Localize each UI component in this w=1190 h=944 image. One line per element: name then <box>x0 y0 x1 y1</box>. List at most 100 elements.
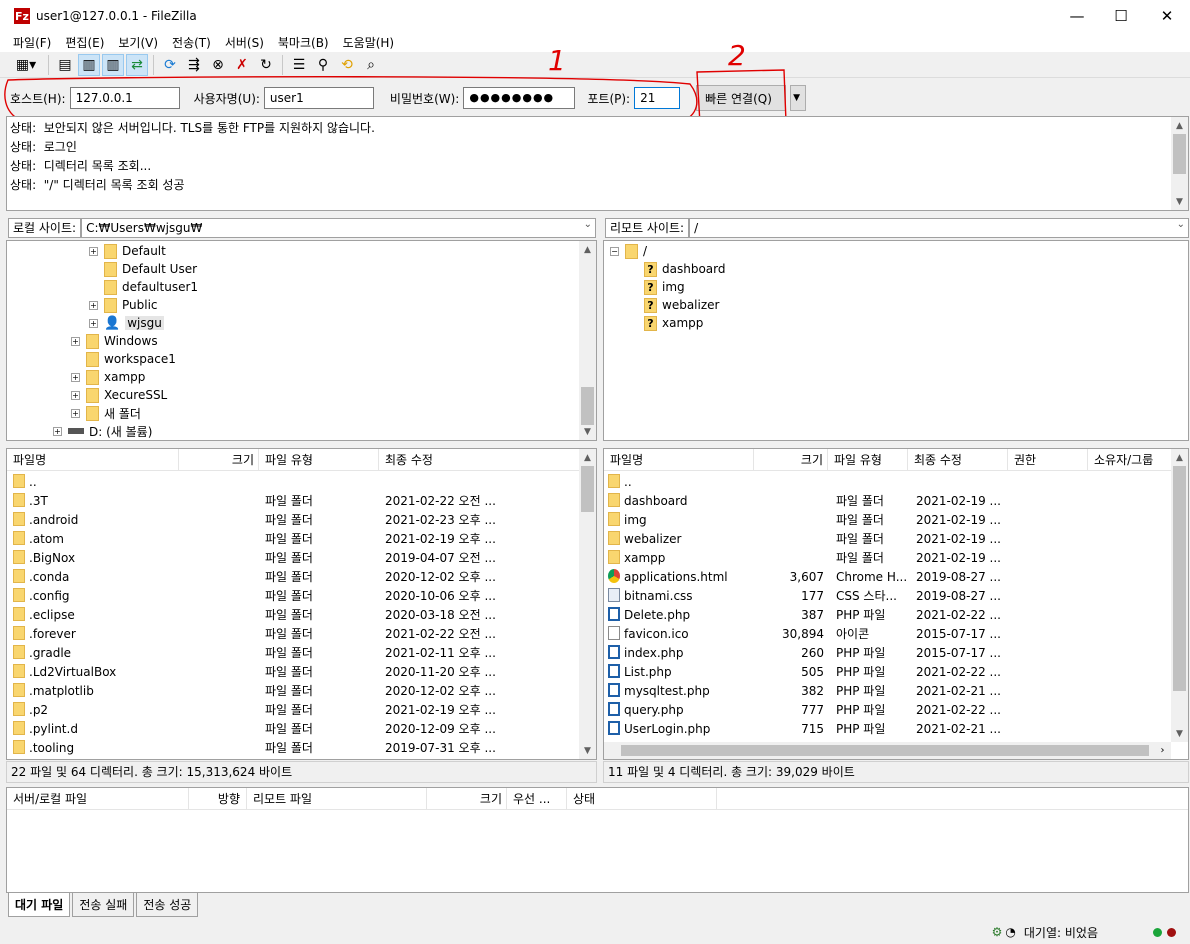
column-type[interactable]: 파일 유형 <box>828 449 908 471</box>
table-row[interactable]: .. <box>7 473 581 492</box>
column-owner-group[interactable]: 소유자/그룹 <box>1088 449 1173 471</box>
table-row[interactable]: mysqltest.php 382 PHP 파일 2021-02-21 ... <box>604 682 1173 701</box>
scrollbar-thumb[interactable] <box>581 466 594 512</box>
tree-item[interactable]: + xampp <box>71 368 145 386</box>
table-row[interactable]: .android 파일 폴더 2021-02-23 오후 ... <box>7 511 581 530</box>
expand-icon[interactable]: + <box>71 336 80 346</box>
local-tree-scrollbar[interactable]: ▲ ▼ <box>579 241 596 440</box>
tree-item[interactable]: + XecureSSL <box>71 386 167 404</box>
tree-item[interactable]: + Public <box>89 296 158 314</box>
tree-item[interactable]: + D: (새 볼륨) <box>53 422 152 440</box>
tab-failed-transfers[interactable]: 전송 실패 <box>72 893 135 917</box>
local-files-scrollbar[interactable]: ▲ ▼ <box>579 449 596 759</box>
table-row[interactable]: applications.html 3,607 Chrome H... 2019-08… <box>604 568 1173 587</box>
expand-icon[interactable]: + <box>71 390 80 400</box>
column-filename[interactable]: 파일명 <box>604 449 754 471</box>
expand-icon[interactable]: + <box>89 246 98 256</box>
tree-item[interactable]: defaultuser1 <box>104 278 198 296</box>
table-row[interactable]: dashboard 파일 폴더 2021-02-19 ... <box>604 492 1173 511</box>
expand-icon[interactable]: + <box>71 372 80 382</box>
scroll-down-icon[interactable]: ▼ <box>1171 193 1188 210</box>
scroll-up-icon[interactable]: ▲ <box>1171 449 1188 466</box>
table-row[interactable]: .forever 파일 폴더 2021-02-22 오전 ... <box>7 625 581 644</box>
scroll-down-icon[interactable]: ▼ <box>579 423 596 440</box>
table-row[interactable]: .BigNox 파일 폴더 2019-04-07 오전 ... <box>7 549 581 568</box>
expand-icon[interactable]: + <box>71 408 80 418</box>
scrollbar-thumb[interactable] <box>1173 134 1186 174</box>
table-row[interactable]: query.php 777 PHP 파일 2021-02-22 ... <box>604 701 1173 720</box>
remote-path-input[interactable]: / ⌄ <box>689 218 1189 238</box>
scrollbar-thumb[interactable] <box>581 387 594 425</box>
table-row[interactable]: .p2 파일 폴더 2021-02-19 오후 ... <box>7 701 581 720</box>
table-row[interactable]: img 파일 폴더 2021-02-19 ... <box>604 511 1173 530</box>
column-type[interactable]: 파일 유형 <box>259 449 379 471</box>
column-modified[interactable]: 최종 수정 <box>908 449 1008 471</box>
tree-item[interactable]: ? xampp <box>644 314 703 332</box>
table-row[interactable]: .conda 파일 폴더 2020-12-02 오후 ... <box>7 568 581 587</box>
column-size[interactable]: 크기 <box>754 449 828 471</box>
remote-files-hscrollbar[interactable]: › <box>604 742 1171 759</box>
scrollbar-thumb[interactable] <box>1173 466 1186 691</box>
table-row[interactable]: .gradle 파일 폴더 2021-02-11 오후 ... <box>7 644 581 663</box>
column-server-local-file[interactable]: 서버/로컬 파일 <box>7 788 189 810</box>
log-scrollbar[interactable]: ▲ ▼ <box>1171 117 1188 210</box>
tree-item[interactable]: ? img <box>644 278 685 296</box>
table-row[interactable]: webalizer 파일 폴더 2021-02-19 ... <box>604 530 1173 549</box>
table-row[interactable]: .3T 파일 폴더 2021-02-22 오전 ... <box>7 492 581 511</box>
table-row[interactable]: List.php 505 PHP 파일 2021-02-22 ... <box>604 663 1173 682</box>
table-row[interactable]: .atom 파일 폴더 2021-02-19 오후 ... <box>7 530 581 549</box>
tree-item-selected[interactable]: + 👤 wjsgu <box>89 314 164 332</box>
column-direction[interactable]: 방향 <box>189 788 247 810</box>
table-row[interactable]: xampp 파일 폴더 2021-02-19 ... <box>604 549 1173 568</box>
expand-icon[interactable]: + <box>89 300 98 310</box>
tree-item[interactable]: + 새 폴더 <box>71 404 141 422</box>
table-row[interactable]: .pylint.d 파일 폴더 2020-12-09 오후 ... <box>7 720 581 739</box>
tree-item[interactable]: + Default <box>89 242 166 260</box>
column-status[interactable]: 상태 <box>567 788 717 810</box>
table-row[interactable]: .config 파일 폴더 2020-10-06 오후 ... <box>7 587 581 606</box>
scrollbar-thumb[interactable] <box>621 745 1149 756</box>
minimize-button[interactable]: — <box>1054 0 1100 32</box>
table-row[interactable]: .eclipse 파일 폴더 2020-03-18 오전 ... <box>7 606 581 625</box>
table-row[interactable]: UserLogin.php 715 PHP 파일 2021-02-21 ... <box>604 720 1173 739</box>
table-row[interactable]: bitnami.css 177 CSS 스타... 2019-08-27 ... <box>604 587 1173 606</box>
speed-limit-icon[interactable]: ◔ <box>1005 925 1015 939</box>
gear-icon[interactable]: ⚙ <box>992 925 1003 939</box>
tree-item[interactable]: ? webalizer <box>644 296 719 314</box>
table-row[interactable]: index.php 260 PHP 파일 2015-07-17 ... <box>604 644 1173 663</box>
column-remote-file[interactable]: 리모트 파일 <box>247 788 427 810</box>
scroll-up-icon[interactable]: ▲ <box>579 449 596 466</box>
chevron-down-icon[interactable]: ⌄ <box>584 219 592 230</box>
column-priority[interactable]: 우선 ... <box>507 788 567 810</box>
expand-icon[interactable]: + <box>89 318 98 328</box>
tree-item[interactable]: workspace1 <box>86 350 176 368</box>
maximize-button[interactable]: ☐ <box>1098 0 1144 32</box>
remote-files-scrollbar[interactable]: ▲ ▼ <box>1171 449 1188 742</box>
chevron-down-icon[interactable]: ⌄ <box>1177 219 1185 230</box>
table-row[interactable]: .matplotlib 파일 폴더 2020-12-02 오후 ... <box>7 682 581 701</box>
tree-item[interactable]: − / <box>610 242 647 260</box>
collapse-icon[interactable]: − <box>610 246 619 256</box>
column-size[interactable]: 크기 <box>179 449 259 471</box>
table-row[interactable]: .Ld2VirtualBox 파일 폴더 2020-11-20 오후 ... <box>7 663 581 682</box>
column-filename[interactable]: 파일명 <box>7 449 179 471</box>
tab-successful-transfers[interactable]: 전송 성공 <box>136 893 199 917</box>
tree-item[interactable]: Default User <box>104 260 197 278</box>
column-size[interactable]: 크기 <box>427 788 507 810</box>
scroll-right-icon[interactable]: › <box>1154 742 1171 759</box>
table-row[interactable]: .. <box>604 473 1173 492</box>
expand-icon[interactable]: + <box>53 426 62 436</box>
scroll-up-icon[interactable]: ▲ <box>1171 117 1188 134</box>
column-permissions[interactable]: 권한 <box>1008 449 1088 471</box>
table-row[interactable]: Delete.php 387 PHP 파일 2021-02-22 ... <box>604 606 1173 625</box>
scroll-down-icon[interactable]: ▼ <box>579 742 596 759</box>
table-row[interactable]: .tooling 파일 폴더 2019-07-31 오후 ... <box>7 739 581 758</box>
tree-item[interactable]: ? dashboard <box>644 260 725 278</box>
local-path-input[interactable]: C:₩Users₩wjsgu₩ ⌄ <box>81 218 596 238</box>
table-row[interactable]: favicon.ico 30,894 아이콘 2015-07-17 ... <box>604 625 1173 644</box>
tree-item[interactable]: + Windows <box>71 332 158 350</box>
scroll-down-icon[interactable]: ▼ <box>1171 725 1188 742</box>
tab-queued-files[interactable]: 대기 파일 <box>8 893 71 917</box>
column-modified[interactable]: 최종 수정 <box>379 449 581 471</box>
scroll-up-icon[interactable]: ▲ <box>579 241 596 258</box>
